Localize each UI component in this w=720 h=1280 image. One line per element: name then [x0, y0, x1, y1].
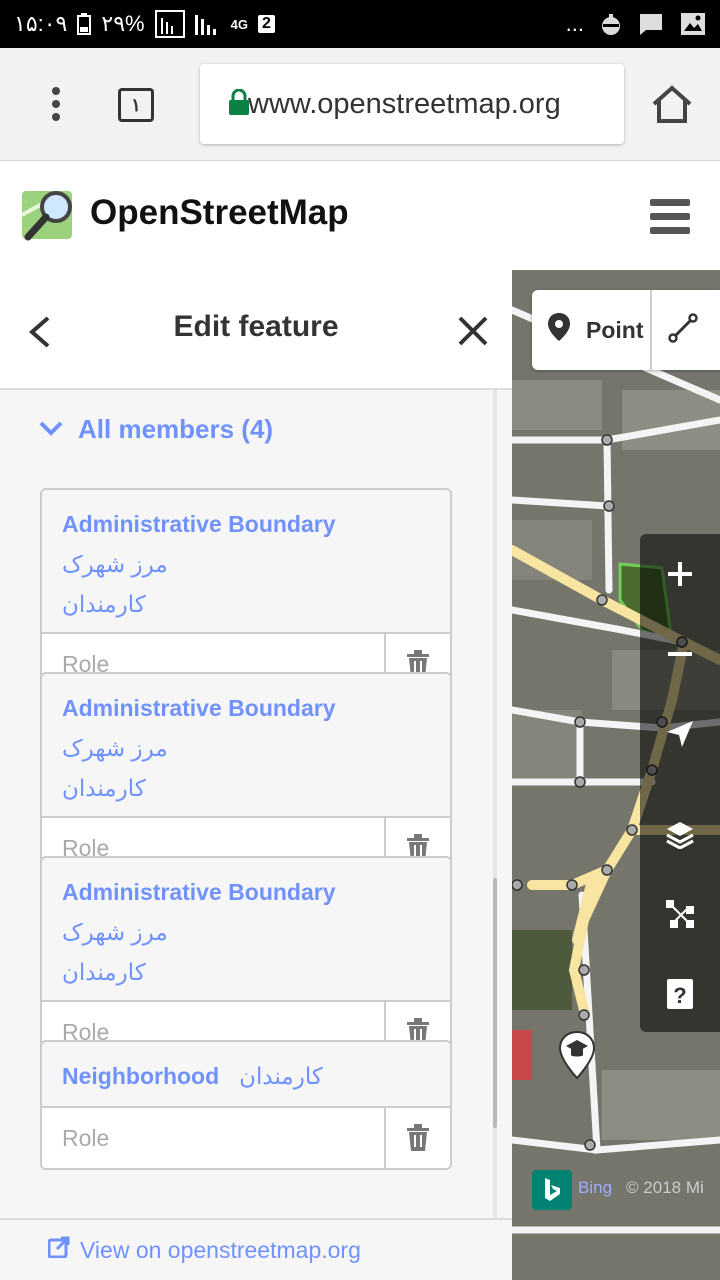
tab-count-label: ۱: [131, 94, 141, 115]
member-name-continued: کارمندان: [62, 959, 146, 985]
more-notifications: ...: [565, 11, 584, 36]
add-point-label: Point: [586, 316, 644, 343]
view-on-osm-label: View on openstreetmap.org: [80, 1236, 361, 1263]
member-name: مرز شهرک: [62, 919, 168, 945]
browser-menu-icon[interactable]: [40, 86, 72, 122]
layers-icon[interactable]: [640, 804, 720, 864]
battery-percent: ۲۹%: [101, 11, 145, 36]
map-attribution[interactable]: Bing © 2018 Mi: [578, 1178, 704, 1198]
help-icon[interactable]: ?: [640, 964, 720, 1024]
member-name: مرز شهرک: [62, 551, 168, 577]
status-bar: ۱۵:۰۹ ۲۹% 4G 2 ...: [0, 0, 720, 48]
osm-logo-icon[interactable]: [20, 185, 78, 243]
member-item: Administrative Boundary مرز شهرک کارمندا…: [40, 856, 452, 1064]
school-pin-icon[interactable]: [558, 1030, 596, 1080]
url-text: www.openstreetmap.org: [248, 87, 561, 120]
chevron-down-icon: [38, 414, 64, 445]
member-name-continued: کارمندان: [62, 775, 146, 801]
hamburger-menu-icon[interactable]: [650, 199, 690, 235]
message-icon: [638, 12, 664, 36]
draw-toolbar: Point: [532, 290, 720, 370]
member-type: Administrative Boundary: [62, 695, 336, 721]
zoom-in-icon[interactable]: [640, 544, 720, 604]
member-type: Administrative Boundary: [62, 879, 336, 905]
network-type: 4G: [230, 16, 248, 32]
geolocate-icon[interactable]: [640, 704, 720, 764]
battery-icon: [77, 13, 92, 35]
map-data-icon[interactable]: [640, 884, 720, 944]
svg-text:?: ?: [673, 983, 686, 1008]
map-pin-icon: [546, 312, 572, 348]
member-name-continued: کارمندان: [62, 591, 146, 617]
scrollbar-thumb[interactable]: [493, 878, 497, 1128]
member-item: Administrative Boundary مرز شهرک کارمندا…: [40, 488, 452, 696]
home-icon[interactable]: [650, 84, 694, 124]
imagery-provider[interactable]: Bing: [578, 1178, 612, 1197]
image-icon: [680, 12, 706, 36]
address-bar[interactable]: www.openstreetmap.org: [200, 64, 624, 144]
bing-logo-icon: [532, 1170, 572, 1210]
member-name: مرز شهرک: [62, 735, 168, 761]
site-title[interactable]: OpenStreetMap: [90, 193, 349, 233]
view-on-osm-link[interactable]: View on openstreetmap.org: [0, 1218, 512, 1280]
line-icon: [668, 312, 698, 348]
site-header: OpenStreetMap: [0, 161, 720, 270]
map-controls: ?: [640, 534, 720, 1032]
zoom-out-icon[interactable]: [640, 624, 720, 684]
member-item: Neighborhood کارمندان: [40, 1040, 452, 1170]
sidebar-title: Edit feature: [173, 310, 339, 343]
trash-icon[interactable]: [386, 1108, 450, 1168]
external-link-icon: [47, 1236, 70, 1264]
members-section-toggle[interactable]: All members (4): [38, 414, 273, 445]
data-usage-icon: [154, 10, 185, 38]
app-notification-icon: [600, 12, 622, 36]
sidebar-header: Edit feature: [0, 270, 512, 390]
role-input[interactable]: [42, 1108, 386, 1168]
tab-switcher-button[interactable]: ۱: [118, 88, 154, 122]
add-point-button[interactable]: Point: [532, 290, 652, 370]
sidebar: Edit feature All members (4) Administrat…: [0, 270, 512, 1280]
sidebar-scrollbar[interactable]: [493, 390, 497, 1280]
member-label[interactable]: Neighborhood کارمندان: [42, 1042, 450, 1108]
add-line-button[interactable]: [652, 290, 698, 370]
copyright-text: © 2018 Mi: [626, 1178, 704, 1197]
close-icon[interactable]: [456, 314, 490, 348]
sim-badge: 2: [257, 15, 275, 33]
member-label[interactable]: Administrative Boundary مرز شهرک کارمندا…: [42, 674, 450, 818]
member-item: Administrative Boundary مرز شهرک کارمندا…: [40, 672, 452, 880]
browser-toolbar: ۱ www.openstreetmap.org: [0, 48, 720, 161]
member-type: Neighborhood: [62, 1063, 220, 1089]
signal-icon: [194, 13, 221, 35]
members-toggle-label: All members (4): [78, 414, 274, 444]
member-label[interactable]: Administrative Boundary مرز شهرک کارمندا…: [42, 858, 450, 1002]
member-label[interactable]: Administrative Boundary مرز شهرک کارمندا…: [42, 490, 450, 634]
clock: ۱۵:۰۹: [14, 11, 68, 36]
member-name: کارمندان: [239, 1063, 323, 1089]
member-type: Administrative Boundary: [62, 511, 336, 537]
lock-icon: [228, 88, 250, 120]
